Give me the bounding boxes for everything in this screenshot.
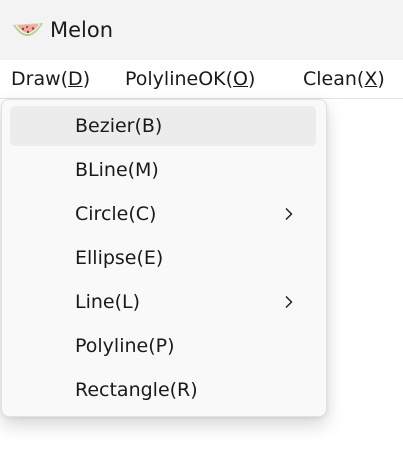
draw-dropdown-menu: Bezier(B) BLine(M) Circle(C) Ellipse(E) … bbox=[1, 99, 327, 417]
menu-polylineok-label: PolylineOK( bbox=[125, 68, 234, 90]
menu-polylineok-suffix: ) bbox=[248, 68, 256, 90]
menu-item-polyline[interactable]: Polyline(P) bbox=[10, 326, 316, 366]
menu-draw-accel: D bbox=[68, 68, 83, 90]
menu-item-label: Circle(C) bbox=[75, 203, 157, 225]
menu-draw[interactable]: Draw(D) bbox=[11, 65, 90, 93]
menu-item-label: Rectangle(R) bbox=[75, 379, 198, 401]
menu-item-line[interactable]: Line(L) bbox=[10, 282, 316, 322]
menu-draw-label: Draw( bbox=[11, 68, 69, 90]
menu-item-circle[interactable]: Circle(C) bbox=[10, 194, 316, 234]
menu-draw-suffix: ) bbox=[82, 68, 91, 90]
watermelon-icon bbox=[13, 23, 43, 37]
chevron-right-icon bbox=[285, 296, 293, 308]
menu-clean-suffix: ) bbox=[377, 68, 385, 90]
menu-item-rectangle[interactable]: Rectangle(R) bbox=[10, 370, 316, 410]
menu-polylineok[interactable]: PolylineOK(O) bbox=[125, 65, 255, 93]
menu-polylineok-accel: O bbox=[233, 68, 249, 90]
menu-item-label: Bezier(B) bbox=[75, 115, 163, 137]
menu-clean[interactable]: Clean(X) bbox=[303, 65, 385, 93]
menu-item-label: Polyline(P) bbox=[75, 335, 175, 357]
chevron-right-icon bbox=[285, 208, 293, 220]
menu-clean-accel: X bbox=[364, 68, 378, 90]
menu-item-label: BLine(M) bbox=[75, 159, 159, 181]
menu-item-bezier[interactable]: Bezier(B) bbox=[10, 106, 316, 146]
menu-item-label: Ellipse(E) bbox=[75, 247, 164, 269]
menu-bar: Draw(D) PolylineOK(O) Clean(X) bbox=[0, 60, 403, 99]
menu-clean-label: Clean( bbox=[303, 68, 365, 90]
menu-item-label: Line(L) bbox=[75, 291, 141, 313]
menu-item-bline[interactable]: BLine(M) bbox=[10, 150, 316, 190]
menu-item-ellipse[interactable]: Ellipse(E) bbox=[10, 238, 316, 278]
title-bar: Melon bbox=[0, 0, 403, 60]
window-title: Melon bbox=[50, 18, 114, 42]
